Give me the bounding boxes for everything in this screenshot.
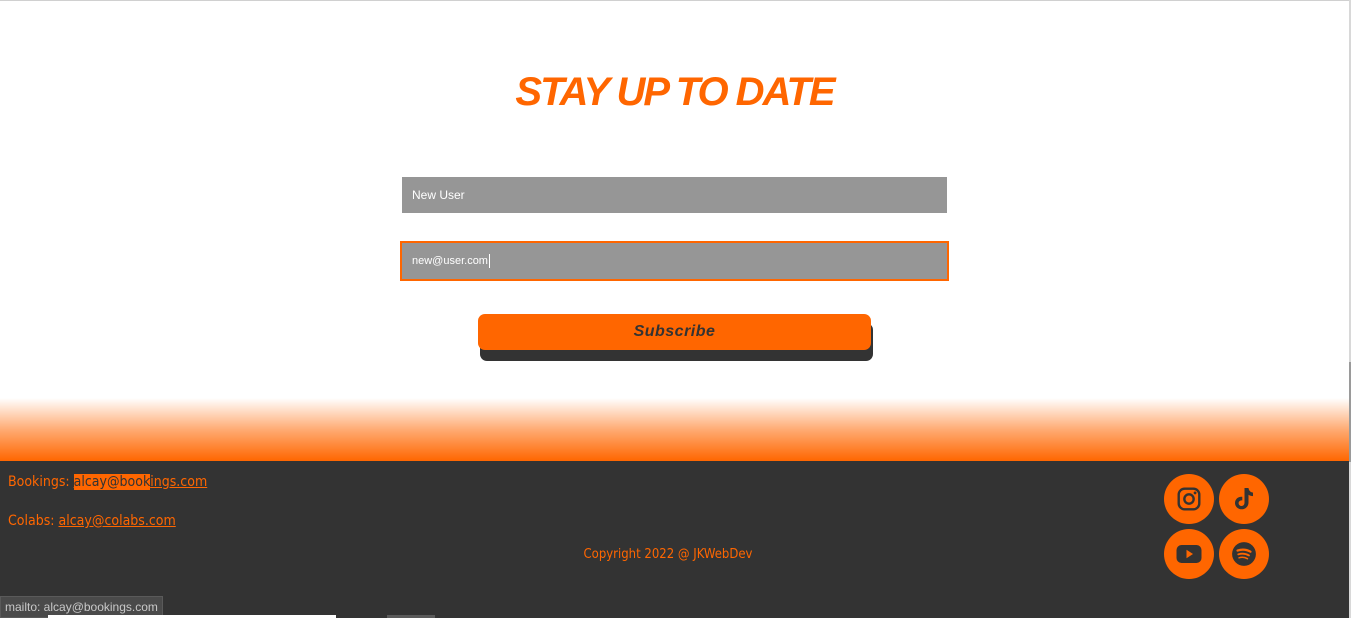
copyright-text: Copyright 2022 @ JKWebDev: [583, 547, 753, 562]
colabs-contact: Colabs: alcay@colabs.com: [8, 513, 176, 529]
bookings-email-selected: alcay@book: [73, 474, 151, 490]
bookings-email-link[interactable]: alcay@bookings.com: [73, 474, 208, 490]
youtube-icon: [1176, 545, 1202, 563]
spotify-button[interactable]: [1219, 529, 1269, 579]
name-input-value: New User: [412, 188, 465, 202]
colabs-label: Colabs:: [8, 513, 55, 529]
tiktok-icon: [1235, 488, 1253, 510]
youtube-button[interactable]: [1164, 529, 1214, 579]
instagram-button[interactable]: [1164, 474, 1214, 524]
footer: Bookings: alcay@bookings.com Colabs: alc…: [0, 461, 1349, 618]
tiktok-button[interactable]: [1219, 474, 1269, 524]
section-title: Stay up to date: [515, 70, 835, 114]
bookings-label: Bookings:: [8, 474, 70, 490]
subscribe-button[interactable]: Subscribe: [478, 314, 871, 350]
email-input-value: new@user.com: [412, 255, 488, 267]
text-caret: [488, 254, 490, 269]
email-input[interactable]: new@user.com: [400, 241, 949, 281]
bookings-contact: Bookings: alcay@bookings.com: [8, 474, 207, 490]
name-input[interactable]: New User: [402, 177, 947, 213]
spotify-icon: [1232, 542, 1256, 566]
newsletter-section: Stay up to date New User new@user.com Su…: [0, 0, 1349, 461]
bookings-email-rest: ings.com: [150, 474, 208, 490]
footer-gradient: [0, 398, 1349, 461]
instagram-icon: [1177, 487, 1201, 511]
colabs-email-link[interactable]: alcay@colabs.com: [59, 513, 176, 529]
